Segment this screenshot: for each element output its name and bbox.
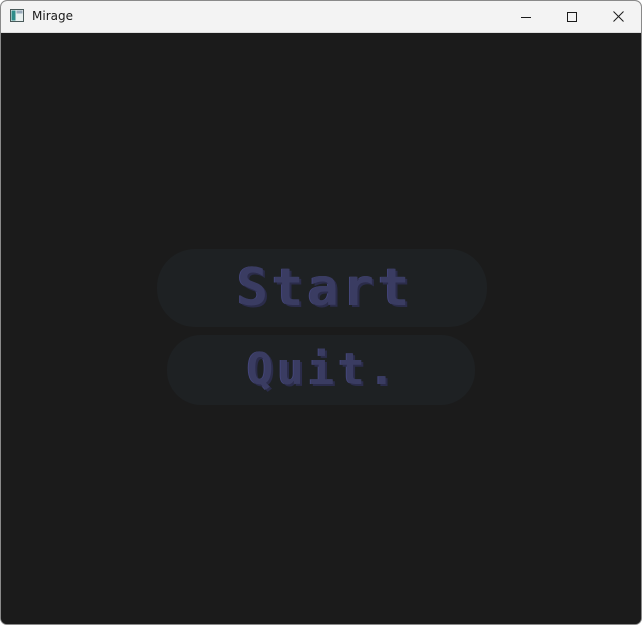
close-button[interactable] (595, 1, 641, 32)
minimize-button[interactable] (503, 1, 549, 32)
start-button[interactable]: Start (157, 249, 487, 327)
close-icon (612, 11, 624, 22)
maximize-button[interactable] (549, 1, 595, 32)
start-button-label: Start (236, 258, 414, 318)
title-bar[interactable]: Mirage (1, 1, 641, 33)
quit-button[interactable]: Quit. (167, 335, 475, 405)
game-canvas: Start Quit. (1, 33, 641, 624)
app-window-icon (10, 9, 24, 22)
maximize-icon (567, 11, 577, 22)
app-window: Mirage Start Quit. (0, 0, 642, 625)
minimize-icon (521, 16, 531, 18)
window-title: Mirage (32, 9, 73, 23)
quit-button-label: Quit. (246, 344, 400, 395)
